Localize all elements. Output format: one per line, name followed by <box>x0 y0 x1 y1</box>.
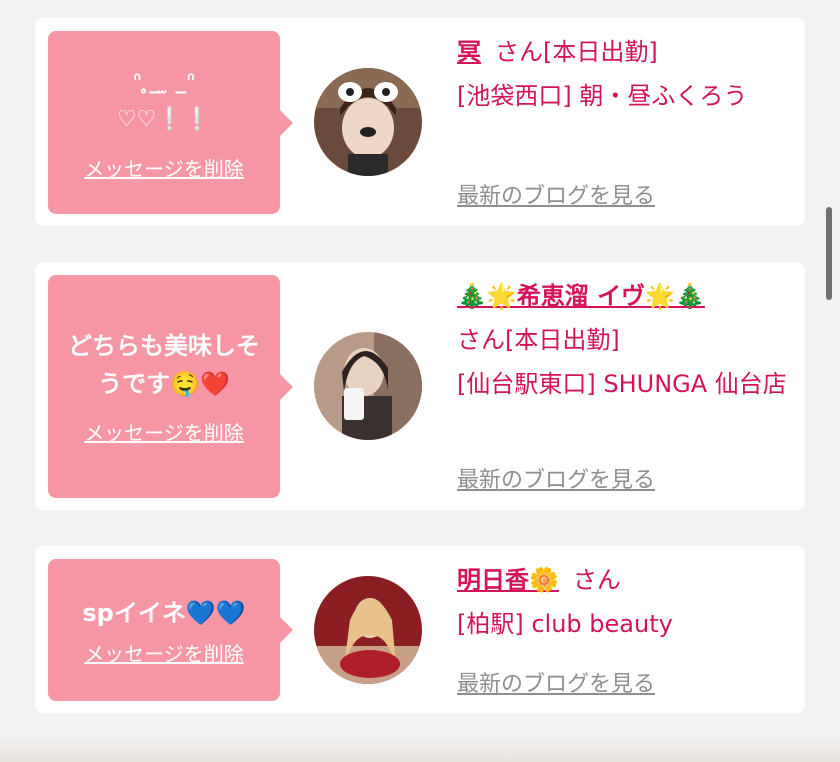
user-info: 🎄🌟希恵溜 イヴ🌟🎄 さん[本日出勤] [仙台駅東口] SHUNGA 仙台店 <box>457 274 797 406</box>
shop-text: [仙台駅東口] SHUNGA 仙台店 <box>457 370 787 398</box>
message-card: spイイネ💙💙 メッセージを削除 明日香🌼 さん [柏駅] club beauty… <box>35 546 805 713</box>
latest-blog-link[interactable]: 最新のブログを見る <box>457 462 655 494</box>
name-line: 🎄🌟希恵溜 イヴ🌟🎄 <box>457 274 797 318</box>
avatar[interactable] <box>314 332 422 440</box>
user-name-link[interactable]: 🎄🌟希恵溜 イヴ🌟🎄 <box>457 282 705 310</box>
delete-message-button[interactable]: メッセージを削除 <box>84 153 244 182</box>
message-card: ᐢ ̥_ ̫ _ᐢ ♡♡❕❕ メッセージを削除 冥さん[本日出勤] [池袋西口]… <box>35 18 805 226</box>
message-card: どちらも美味しそうです🤤❤️ メッセージを削除 🎄🌟希恵溜 イヴ🌟🎄 さん[本日… <box>35 262 805 510</box>
delete-message-button[interactable]: メッセージを削除 <box>84 417 244 446</box>
message-bubble: どちらも美味しそうです🤤❤️ メッセージを削除 <box>48 275 293 498</box>
user-name-link[interactable]: 明日香🌼 <box>457 566 559 594</box>
message-bubble: spイイネ💙💙 メッセージを削除 <box>48 559 293 701</box>
message-text: どちらも美味しそうです🤤❤️ <box>68 332 260 398</box>
scrollbar[interactable] <box>826 207 832 300</box>
avatar[interactable] <box>314 576 422 684</box>
next-card-peek <box>0 735 840 762</box>
status-text: さん[本日出勤] <box>495 38 658 66</box>
shop-text: [池袋西口] 朝・昼ふくろう <box>457 82 748 110</box>
avatar-photo-icon <box>314 68 422 176</box>
user-info: 冥さん[本日出勤] [池袋西口] 朝・昼ふくろう <box>457 30 797 118</box>
avatar-photo-icon <box>314 576 422 684</box>
message-text: ᐢ ̥_ ̫ _ᐢ ♡♡❕❕ <box>116 69 212 132</box>
avatar[interactable] <box>314 68 422 176</box>
latest-blog-link[interactable]: 最新のブログを見る <box>457 666 655 698</box>
name-line: 明日香🌼 さん <box>457 558 797 602</box>
name-line: 冥さん[本日出勤] <box>457 30 797 74</box>
status-text: さん <box>572 566 621 594</box>
delete-message-button[interactable]: メッセージを削除 <box>84 638 244 667</box>
message-text: spイイネ💙💙 <box>82 598 246 627</box>
latest-blog-link[interactable]: 最新のブログを見る <box>457 178 655 210</box>
user-info: 明日香🌼 さん [柏駅] club beauty <box>457 558 797 646</box>
user-name-link[interactable]: 冥 <box>457 38 481 66</box>
message-bubble: ᐢ ̥_ ̫ _ᐢ ♡♡❕❕ メッセージを削除 <box>48 31 293 214</box>
status-text: さん[本日出勤] <box>457 326 620 354</box>
shop-text: [柏駅] club beauty <box>457 610 673 638</box>
avatar-photo-icon <box>314 332 422 440</box>
